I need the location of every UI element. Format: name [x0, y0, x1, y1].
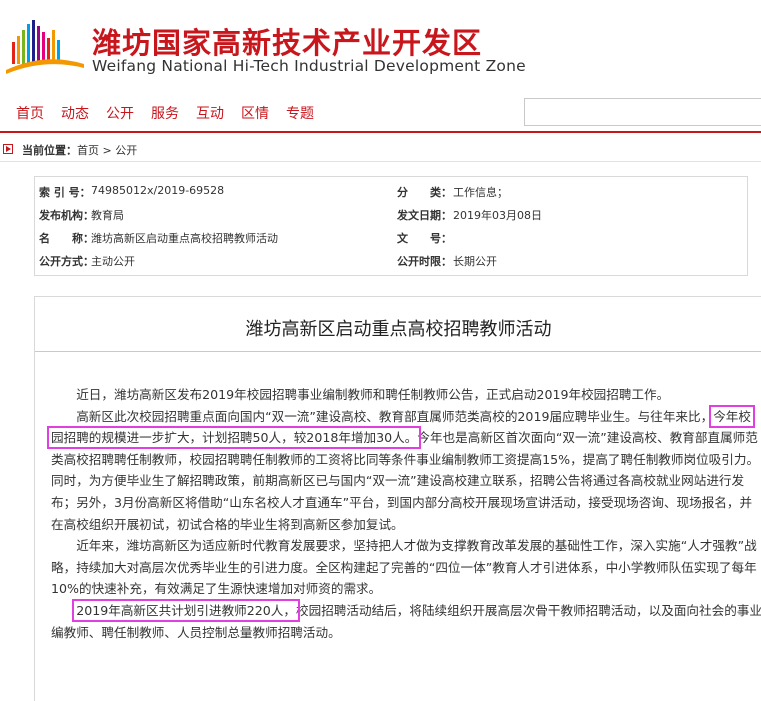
disclosure-mode-label: 公开方式： [39, 255, 94, 268]
article-paragraph: 近年来，潍坊高新区为适应新时代教育发展要求，坚持把人才做为支撑教育改革发展的基础… [51, 538, 757, 597]
issuer-value: 教育局 [91, 209, 124, 222]
disclosure-period-value: 长期公开 [453, 255, 497, 268]
issue-date-value: 2019年03月08日 [453, 209, 542, 222]
document-info-table: 索 引 号： 74985012x/2019-69528 分 类： 工作信息； 发… [34, 176, 748, 276]
disclosure-mode-value: 主动公开 [91, 255, 135, 268]
nav-item-public[interactable]: 公开 [106, 103, 134, 123]
nav-item-interact[interactable]: 互动 [196, 103, 224, 123]
index-number-label: 索 引 号： [39, 186, 91, 199]
nav-item-news[interactable]: 动态 [61, 103, 89, 123]
doc-number-label: 文 号： [397, 232, 452, 245]
nav-item-service[interactable]: 服务 [151, 103, 179, 123]
paragraph-text: 高新区此次校园招聘重点面向国内“双一流”建设高校、教育部直属师范类高校的2019… [76, 408, 714, 424]
issuer-label: 发布机构： [39, 209, 94, 222]
site-subtitle: Weifang National Hi-Tech Industrial Deve… [92, 57, 526, 75]
disclosure-period-label: 公开时限： [397, 255, 452, 268]
article-paragraph: 高新区此次校园招聘重点面向国内“双一流”建设高校、教育部直属师范类高校的2019… [47, 404, 761, 536]
doc-name-value: 潍坊高新区启动重点高校招聘教师活动 [91, 232, 278, 245]
site-logo-icon [6, 20, 84, 74]
article-paragraph: 近日，潍坊高新区发布2019年校园招聘事业编制教师和聘任制教师公告，正式启动20… [76, 387, 670, 402]
breadcrumb-label: 当前位置： [22, 144, 77, 157]
breadcrumb-text: 当前位置：首页 > 公开 [22, 142, 137, 158]
article-title-divider [35, 351, 761, 352]
breadcrumb-home-link[interactable]: 首页 [77, 144, 99, 157]
highlighted-text: 2019年高新区共计划引进教师220人， [72, 598, 300, 622]
article-title: 潍坊高新区启动重点高校招聘教师活动 [245, 319, 552, 340]
nav-divider [0, 131, 761, 133]
article-paragraph: 2019年高新区共计划引进教师220人，校园招聘活动结后，将陆续组织开展高层次骨… [51, 598, 761, 643]
article: 潍坊高新区启动重点高校招聘教师活动 近日，潍坊高新区发布2019年校园招聘事业编… [34, 296, 761, 701]
play-arrow-icon [3, 144, 13, 154]
category-label: 分 类： [397, 186, 452, 199]
nav-item-home[interactable]: 首页 [16, 103, 44, 123]
index-number-value: 74985012x/2019-69528 [91, 184, 225, 197]
breadcrumb-current-link[interactable]: 公开 [115, 144, 137, 157]
nav-item-topics[interactable]: 专题 [286, 103, 314, 123]
article-body: 近日，潍坊高新区发布2019年校园招聘事业编制教师和聘任制教师公告，正式启动20… [47, 384, 761, 643]
nav-items: 首页 动态 公开 服务 互动 区情 专题 [16, 103, 314, 123]
site-header: 潍坊国家高新技术产业开发区 Weifang National Hi-Tech I… [0, 0, 761, 92]
breadcrumb-separator: > [99, 144, 116, 157]
site-title: 潍坊国家高新技术产业开发区 [92, 26, 483, 60]
category-value: 工作信息； [453, 186, 508, 199]
paragraph-text: 今年也是高新区首次面向“双一流”建设高校、教育部直属师范类高校招聘聘任制教师，校… [51, 430, 760, 532]
issue-date-label: 发文日期： [397, 209, 452, 222]
breadcrumb: 当前位置：首页 > 公开 [0, 138, 761, 162]
nav-item-district[interactable]: 区情 [241, 103, 269, 123]
doc-name-label: 名 称： [39, 232, 94, 245]
search-input[interactable] [524, 98, 761, 126]
